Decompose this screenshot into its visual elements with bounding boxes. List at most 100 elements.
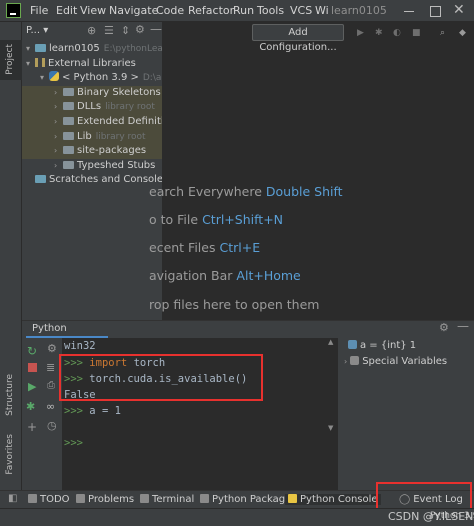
soft-wrap-icon[interactable]: ≣ — [46, 361, 58, 374]
python-icon — [49, 71, 59, 82]
show-variables-icon[interactable]: ∞ — [46, 400, 58, 413]
tree-item-label: DLLs — [77, 101, 102, 113]
project-view-label: P... — [26, 25, 41, 36]
folder-icon — [63, 146, 74, 155]
project-view-dropdown[interactable]: P... ▾ — [26, 25, 48, 36]
expand-all-icon[interactable]: ⇕ — [121, 24, 130, 37]
folder-icon — [63, 160, 74, 169]
pycharm-logo-icon — [6, 3, 21, 18]
console-hide-icon[interactable]: — — [457, 319, 469, 333]
hint-goto-text: o to File — [149, 212, 199, 227]
variable-a[interactable]: a = {int} 1 — [348, 340, 416, 351]
hint-recent-key: Ctrl+E — [219, 240, 261, 255]
update-icon[interactable]: ◆ — [459, 28, 466, 38]
tree-item[interactable]: › site-packages — [22, 144, 162, 159]
scroll-down-icon[interactable]: ▼ — [328, 424, 333, 432]
menu-window[interactable]: Wi — [315, 4, 329, 17]
variable-a-label: a = {int} 1 — [360, 340, 417, 351]
menu-tools[interactable]: Tools — [257, 4, 284, 17]
chevron-right-icon[interactable]: › — [54, 115, 63, 130]
folder-icon — [35, 44, 46, 52]
tab-python-console-bottom[interactable]: Python Console — [285, 494, 381, 505]
chevron-right-icon[interactable]: › — [54, 100, 63, 115]
chevron-down-icon[interactable]: ▾ — [26, 42, 35, 57]
close-icon[interactable]: ✕ — [453, 2, 465, 18]
tab-structure[interactable]: Structure — [0, 372, 22, 424]
tree-item[interactable]: › DLLs library root — [22, 100, 162, 115]
run-icon[interactable]: ▶ — [357, 28, 364, 38]
hint-drop-text: rop files here to open them — [149, 297, 320, 312]
chevron-right-icon[interactable]: › — [54, 130, 63, 145]
tree-item[interactable]: › Typeshed Stubs — [22, 159, 162, 174]
console-line-input[interactable]: >>> — [64, 437, 83, 449]
console-settings-icon[interactable]: ⚙ — [439, 321, 449, 334]
toggle-tool-windows-icon[interactable]: ◧ — [8, 493, 17, 504]
tab-todo[interactable]: TODO — [28, 494, 70, 505]
rerun-icon[interactable]: ↻ — [27, 344, 39, 358]
tree-item-label: Binary Skeletons — [77, 86, 161, 98]
tab-todo-label: TODO — [40, 494, 70, 505]
menu-code[interactable]: Code — [156, 4, 184, 17]
console-scrollbar[interactable]: ▲ ▼ — [328, 338, 335, 438]
console-assign: a = 1 — [89, 405, 121, 417]
hint-search-key: Double Shift — [265, 184, 343, 199]
menu-file[interactable]: File — [30, 4, 48, 17]
tree-item[interactable]: ▾ < Python 3.9 >D:\ana — [22, 71, 162, 86]
add-configuration-button[interactable]: Add Configuration... — [252, 24, 344, 53]
menu-refactor[interactable]: Refactor — [188, 4, 234, 17]
tree-item[interactable]: › Binary Skeletons — [22, 85, 162, 101]
special-variables[interactable]: › Special Variables — [344, 356, 447, 367]
chevron-down-icon[interactable]: ▾ — [40, 71, 49, 86]
menu-vcs[interactable]: VCS — [290, 4, 312, 17]
tree-item[interactable]: Scratches and Consoles — [22, 173, 162, 188]
tab-python-console[interactable]: Python Console — [26, 320, 108, 352]
minimize-icon[interactable] — [402, 4, 416, 17]
folder-icon — [63, 102, 74, 111]
coverage-icon[interactable]: ◐ — [393, 28, 401, 38]
chevron-right-icon[interactable]: › — [54, 159, 63, 174]
search-icon[interactable]: ⌕ — [440, 28, 445, 38]
menu-navigate[interactable]: Navigate — [109, 4, 158, 17]
tab-python-console-bottom-label: Python Console — [300, 494, 378, 505]
scroll-up-icon[interactable]: ▲ — [328, 338, 333, 346]
chevron-right-icon[interactable]: › — [54, 86, 63, 101]
print-icon[interactable]: ⎙ — [47, 380, 59, 392]
menu-run[interactable]: Run — [233, 4, 254, 17]
collapse-all-icon[interactable]: ☰ — [104, 24, 114, 37]
history-icon[interactable]: ◷ — [47, 419, 59, 432]
tree-item[interactable]: › Extended Definition — [22, 114, 162, 130]
tree-item[interactable]: › Lib library root — [22, 129, 162, 145]
watermark: CSDN @Y.ILSEN — [388, 510, 474, 523]
execute-icon[interactable]: ▶ — [28, 380, 40, 393]
settings-gear-icon[interactable]: ⚙ — [135, 23, 145, 36]
stop-console-icon[interactable] — [28, 363, 37, 372]
tree-item[interactable]: ▾ External Libraries — [22, 57, 162, 72]
stop-icon[interactable]: ■ — [412, 28, 421, 38]
folder-icon — [63, 87, 74, 96]
hint-navigation-bar: avigation Bar Alt+Home — [149, 268, 301, 283]
debug-icon[interactable]: ✱ — [375, 28, 383, 38]
tab-python-packages-label: Python Packages — [212, 494, 297, 505]
hint-recent-text: ecent Files — [149, 240, 216, 255]
hint-goto-key: Ctrl+Shift+N — [202, 212, 284, 227]
tab-favorites[interactable]: Favorites — [0, 432, 22, 486]
chevron-down-icon[interactable]: ▾ — [26, 57, 35, 72]
chevron-right-icon[interactable]: › — [54, 144, 63, 159]
menu-edit[interactable]: Edit — [56, 4, 77, 17]
tab-project[interactable]: Project — [0, 40, 22, 80]
tab-terminal[interactable]: Terminal — [140, 494, 194, 505]
hide-panel-icon[interactable]: — — [150, 22, 162, 36]
chevron-right-icon: › — [344, 357, 348, 366]
tab-problems[interactable]: Problems — [76, 494, 134, 505]
tree-item-hint: library root — [105, 102, 155, 113]
maximize-icon[interactable] — [428, 4, 442, 17]
hint-search-text: earch Everywhere — [149, 184, 262, 199]
debug-console-icon[interactable]: ✱ — [26, 400, 38, 413]
tab-python-packages[interactable]: Python Packages — [200, 494, 297, 505]
add-console-icon[interactable]: + — [27, 420, 39, 434]
hint-drop-files: rop files here to open them — [149, 297, 319, 312]
tree-item[interactable]: ▾ learn0105E:\pythonLearn — [22, 42, 162, 57]
locate-icon[interactable]: ⊕ — [87, 24, 96, 37]
settings-icon[interactable]: ⚙ — [47, 342, 59, 355]
menu-view[interactable]: View — [80, 4, 106, 17]
